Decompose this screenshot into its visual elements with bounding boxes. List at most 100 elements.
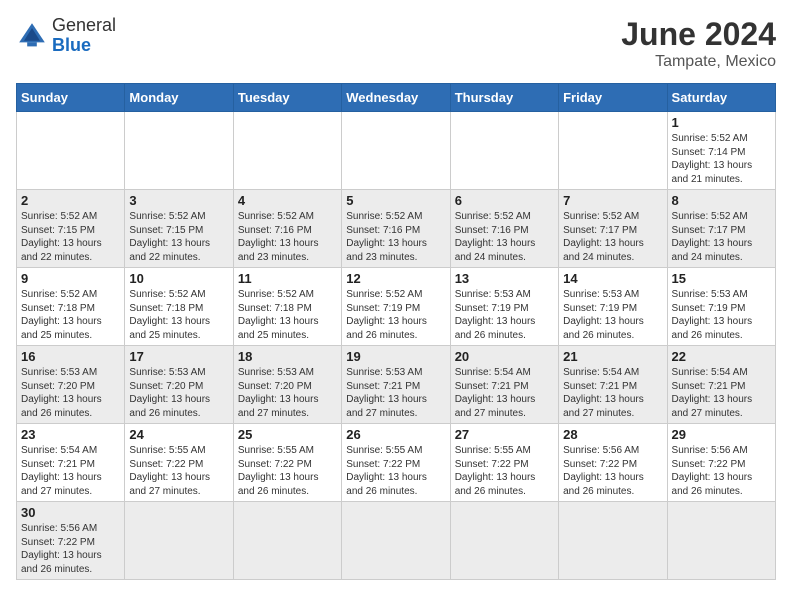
day-cell: 2Sunrise: 5:52 AMSunset: 7:15 PMDaylight… bbox=[17, 190, 125, 268]
page-header: General Blue June 2024 Tampate, Mexico bbox=[16, 16, 776, 71]
day-info: Sunrise: 5:54 AMSunset: 7:21 PMDaylight:… bbox=[563, 366, 662, 420]
day-cell: 17 Sunrise: 5:53 AMSunset: 7:20 PMDayligh… bbox=[125, 346, 233, 424]
day-info: Sunrise: 5:56 AMSunset: 7:22 PMDaylight:… bbox=[563, 444, 662, 498]
day-number: 7 bbox=[563, 193, 662, 208]
day-number: 28 bbox=[563, 427, 662, 442]
day-info: Sunrise: 5:55 AMSunset: 7:22 PMDaylight:… bbox=[455, 444, 554, 498]
week-row-1: 1Sunrise: 5:52 AMSunset: 7:14 PMDaylight… bbox=[17, 112, 776, 190]
day-cell: 28 Sunrise: 5:56 AMSunset: 7:22 PMDayligh… bbox=[559, 424, 667, 502]
day-info: Sunrise: 5:53 AMSunset: 7:19 PMDaylight:… bbox=[563, 288, 662, 342]
weekday-header-row: SundayMondayTuesdayWednesdayThursdayFrid… bbox=[17, 84, 776, 112]
day-info: Sunrise: 5:55 AMSunset: 7:22 PMDaylight:… bbox=[238, 444, 337, 498]
day-cell bbox=[342, 112, 450, 190]
day-info: Sunrise: 5:52 AMSunset: 7:18 PMDaylight:… bbox=[21, 288, 120, 342]
day-info: Sunrise: 5:52 AMSunset: 7:16 PMDaylight:… bbox=[455, 210, 554, 264]
day-number: 1 bbox=[672, 115, 771, 130]
day-info: Sunrise: 5:52 AMSunset: 7:16 PMDaylight:… bbox=[346, 210, 445, 264]
day-cell: 10 Sunrise: 5:52 AMSunset: 7:18 PMDayligh… bbox=[125, 268, 233, 346]
day-cell: 3 Sunrise: 5:52 AMSunset: 7:15 PMDaylight… bbox=[125, 190, 233, 268]
day-number: 14 bbox=[563, 271, 662, 286]
logo-text: General Blue bbox=[52, 16, 116, 56]
day-cell: 26 Sunrise: 5:55 AMSunset: 7:22 PMDayligh… bbox=[342, 424, 450, 502]
day-cell bbox=[233, 502, 341, 580]
day-number: 6 bbox=[455, 193, 554, 208]
week-row-3: 9Sunrise: 5:52 AMSunset: 7:18 PMDaylight… bbox=[17, 268, 776, 346]
day-number: 21 bbox=[563, 349, 662, 364]
weekday-header-saturday: Saturday bbox=[667, 84, 775, 112]
day-info: Sunrise: 5:52 AMSunset: 7:18 PMDaylight:… bbox=[129, 288, 228, 342]
weekday-header-friday: Friday bbox=[559, 84, 667, 112]
day-cell: 6 Sunrise: 5:52 AMSunset: 7:16 PMDaylight… bbox=[450, 190, 558, 268]
day-cell bbox=[559, 502, 667, 580]
day-info: Sunrise: 5:53 AMSunset: 7:19 PMDaylight:… bbox=[672, 288, 771, 342]
day-info: Sunrise: 5:55 AMSunset: 7:22 PMDaylight:… bbox=[346, 444, 445, 498]
day-cell bbox=[233, 112, 341, 190]
day-info: Sunrise: 5:52 AMSunset: 7:15 PMDaylight:… bbox=[129, 210, 228, 264]
day-info: Sunrise: 5:52 AMSunset: 7:19 PMDaylight:… bbox=[346, 288, 445, 342]
day-info: Sunrise: 5:52 AMSunset: 7:17 PMDaylight:… bbox=[563, 210, 662, 264]
day-info: Sunrise: 5:53 AMSunset: 7:21 PMDaylight:… bbox=[346, 366, 445, 420]
logo: General Blue bbox=[16, 16, 116, 56]
day-cell bbox=[667, 502, 775, 580]
weekday-header-wednesday: Wednesday bbox=[342, 84, 450, 112]
weekday-header-thursday: Thursday bbox=[450, 84, 558, 112]
day-info: Sunrise: 5:53 AMSunset: 7:20 PMDaylight:… bbox=[238, 366, 337, 420]
day-cell: 30Sunrise: 5:56 AMSunset: 7:22 PMDayligh… bbox=[17, 502, 125, 580]
day-cell: 18 Sunrise: 5:53 AMSunset: 7:20 PMDayligh… bbox=[233, 346, 341, 424]
day-number: 17 bbox=[129, 349, 228, 364]
day-number: 19 bbox=[346, 349, 445, 364]
day-cell: 11Sunrise: 5:52 AMSunset: 7:18 PMDayligh… bbox=[233, 268, 341, 346]
day-number: 5 bbox=[346, 193, 445, 208]
week-row-6: 30Sunrise: 5:56 AMSunset: 7:22 PMDayligh… bbox=[17, 502, 776, 580]
day-info: Sunrise: 5:52 AMSunset: 7:17 PMDaylight:… bbox=[672, 210, 771, 264]
day-number: 16 bbox=[21, 349, 120, 364]
day-cell bbox=[125, 112, 233, 190]
day-cell: 21 Sunrise: 5:54 AMSunset: 7:21 PMDayligh… bbox=[559, 346, 667, 424]
day-number: 26 bbox=[346, 427, 445, 442]
day-number: 15 bbox=[672, 271, 771, 286]
day-cell: 13 Sunrise: 5:53 AMSunset: 7:19 PMDayligh… bbox=[450, 268, 558, 346]
weekday-header-tuesday: Tuesday bbox=[233, 84, 341, 112]
day-cell: 5 Sunrise: 5:52 AMSunset: 7:16 PMDaylight… bbox=[342, 190, 450, 268]
day-cell bbox=[450, 112, 558, 190]
day-info: Sunrise: 5:53 AMSunset: 7:20 PMDaylight:… bbox=[129, 366, 228, 420]
day-cell: 14 Sunrise: 5:53 AMSunset: 7:19 PMDayligh… bbox=[559, 268, 667, 346]
day-number: 12 bbox=[346, 271, 445, 286]
location-subtitle: Tampate, Mexico bbox=[621, 53, 776, 71]
weekday-header-monday: Monday bbox=[125, 84, 233, 112]
day-info: Sunrise: 5:54 AMSunset: 7:21 PMDaylight:… bbox=[672, 366, 771, 420]
day-cell bbox=[17, 112, 125, 190]
day-info: Sunrise: 5:55 AMSunset: 7:22 PMDaylight:… bbox=[129, 444, 228, 498]
day-cell bbox=[125, 502, 233, 580]
logo-icon bbox=[16, 20, 48, 52]
day-info: Sunrise: 5:54 AMSunset: 7:21 PMDaylight:… bbox=[21, 444, 120, 498]
day-info: Sunrise: 5:53 AMSunset: 7:20 PMDaylight:… bbox=[21, 366, 120, 420]
day-cell: 20Sunrise: 5:54 AMSunset: 7:21 PMDayligh… bbox=[450, 346, 558, 424]
day-number: 4 bbox=[238, 193, 337, 208]
day-number: 25 bbox=[238, 427, 337, 442]
day-cell: 23 Sunrise: 5:54 AMSunset: 7:21 PMDayligh… bbox=[17, 424, 125, 502]
title-block: June 2024 Tampate, Mexico bbox=[621, 16, 776, 71]
day-info: Sunrise: 5:53 AMSunset: 7:19 PMDaylight:… bbox=[455, 288, 554, 342]
day-cell: 27 Sunrise: 5:55 AMSunset: 7:22 PMDayligh… bbox=[450, 424, 558, 502]
day-number: 27 bbox=[455, 427, 554, 442]
day-number: 3 bbox=[129, 193, 228, 208]
weekday-header-sunday: Sunday bbox=[17, 84, 125, 112]
day-cell: 9Sunrise: 5:52 AMSunset: 7:18 PMDaylight… bbox=[17, 268, 125, 346]
day-number: 23 bbox=[21, 427, 120, 442]
day-info: Sunrise: 5:52 AMSunset: 7:15 PMDaylight:… bbox=[21, 210, 120, 264]
week-row-5: 23 Sunrise: 5:54 AMSunset: 7:21 PMDayligh… bbox=[17, 424, 776, 502]
week-row-2: 2Sunrise: 5:52 AMSunset: 7:15 PMDaylight… bbox=[17, 190, 776, 268]
day-cell: 29Sunrise: 5:56 AMSunset: 7:22 PMDayligh… bbox=[667, 424, 775, 502]
day-number: 18 bbox=[238, 349, 337, 364]
day-cell bbox=[559, 112, 667, 190]
day-cell: 4Sunrise: 5:52 AMSunset: 7:16 PMDaylight… bbox=[233, 190, 341, 268]
day-number: 13 bbox=[455, 271, 554, 286]
day-cell: 7 Sunrise: 5:52 AMSunset: 7:17 PMDaylight… bbox=[559, 190, 667, 268]
day-number: 10 bbox=[129, 271, 228, 286]
day-cell: 12 Sunrise: 5:52 AMSunset: 7:19 PMDayligh… bbox=[342, 268, 450, 346]
day-cell: 16 Sunrise: 5:53 AMSunset: 7:20 PMDayligh… bbox=[17, 346, 125, 424]
day-info: Sunrise: 5:52 AMSunset: 7:18 PMDaylight:… bbox=[238, 288, 337, 342]
day-cell: 1Sunrise: 5:52 AMSunset: 7:14 PMDaylight… bbox=[667, 112, 775, 190]
day-number: 29 bbox=[672, 427, 771, 442]
